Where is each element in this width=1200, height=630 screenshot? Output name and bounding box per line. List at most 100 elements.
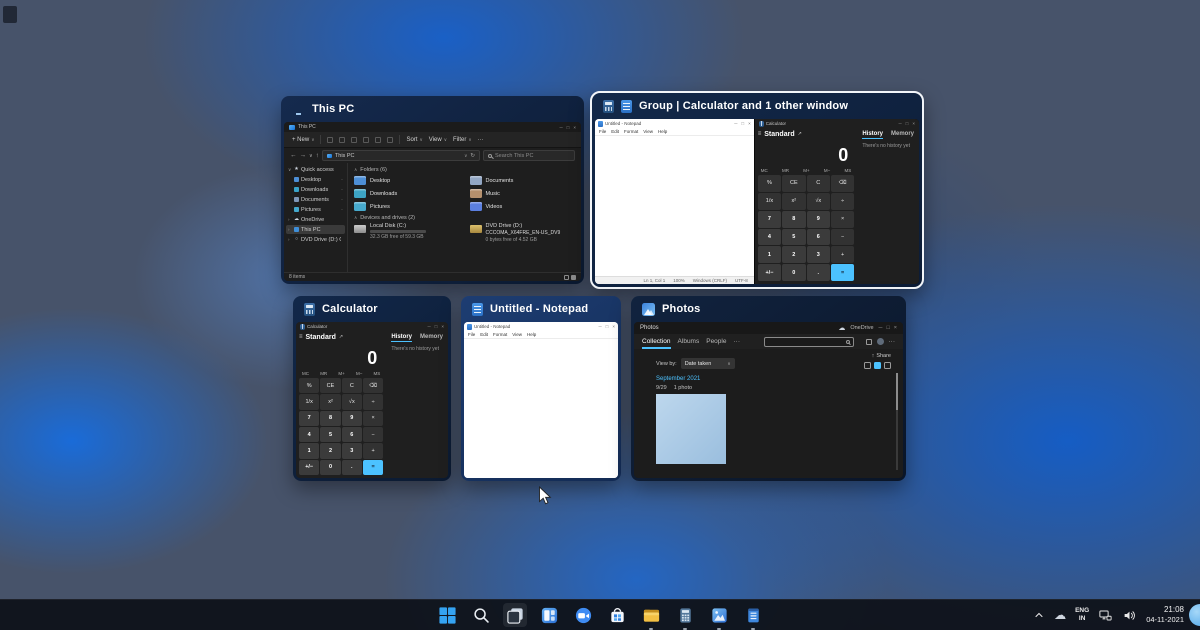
sidebar-item-icon [294,207,299,212]
language-indicator[interactable]: ENG IN [1075,607,1089,623]
cut-icon [327,136,334,143]
clock[interactable]: 21:08 04-11-2021 [1146,605,1184,624]
open-app-indicator [751,627,755,630]
calculator-key: √x [341,394,362,410]
calculator-key: 1/x [757,192,782,210]
window-thumbnail-photos[interactable]: Photos Photos ☁ OneDrive ─ □ × Collectio… [631,296,906,481]
folders-grid: Desktop Documents Downloads Music Pictur… [354,174,575,213]
sidebar-item-label: Documents [301,196,329,203]
thumbnail-title: Untitled - Notepad [490,303,589,315]
pin-icon: · [341,206,343,213]
tabs-more-button: ··· [733,338,740,345]
thumbnail-title-bar: Photos [631,296,906,322]
notepad-preview: Untitled - Notepad ─ □ × File Edit Format V… [595,119,754,284]
hidden-icons-chevron[interactable] [1033,609,1045,621]
delete-icon [387,136,394,143]
thumbnail-title: Calculator [322,303,378,315]
photos-button[interactable] [707,603,731,630]
onedrive-cloud-icon: ☁ [838,324,846,332]
explorer-window-controls: ─ □ × [559,125,576,130]
calculator-display: 0 [367,348,378,368]
dvd-drive-icon [469,225,482,233]
calculator-key: 9 [341,410,362,426]
menu-item: Edit [480,332,489,337]
widgets-button[interactable] [537,603,561,627]
menu-item: Format [624,129,639,134]
calculator-main: ≡ Standard ↗ 0 MC MR M+ M− MS % CE C ⌫ 1/x x² √x ÷ 7… [296,331,386,478]
calculator-mini-icon [300,323,305,330]
folder-icon [469,189,482,198]
window-thumbnail-this-pc[interactable]: This PC This PC ─ □ × + New ∨ Sort ∨ Vie… [281,96,584,284]
window-thumbnail-group[interactable]: Group | Calculator and 1 other window Un… [590,91,924,289]
microsoft-store-button[interactable] [605,603,629,627]
address-bar: This PC ∨ ↻ [321,150,480,161]
sidebar-item: › This PC [286,225,345,234]
pin-icon: · [341,186,343,193]
sidebar-item-icon: ☁ [294,216,299,222]
task-view-button[interactable] [503,603,527,627]
calculator-mini-icon [758,120,764,127]
calculator-icon [603,99,614,113]
sidebar-item-icon: ○ [294,236,299,242]
network-icon[interactable] [1098,608,1113,623]
file-explorer-button[interactable] [639,603,663,630]
calculator-titlebar: Calculator ─ □ × [296,322,448,331]
calculator-button[interactable] [673,603,697,630]
sidebar-item: ∨ ★ Quick access [286,165,345,174]
layout-toggles [864,362,891,369]
notepad-window-controls: ─ □ × [734,121,751,126]
memory-key: M+ [338,371,345,376]
photos-preview: Photos ☁ OneDrive ─ □ × Collection Albums… [634,322,903,478]
details-view-icon [564,274,569,280]
memory-key: MS [373,371,381,376]
file-explorer-preview: This PC ─ □ × + New ∨ Sort ∨ View ∨ Filt… [284,122,581,281]
folder-icon [354,202,366,211]
sidebar-item-icon [294,187,299,192]
start-button[interactable] [435,603,459,627]
volume-icon[interactable] [1122,608,1137,623]
calculator-history-panel: History Memory There's no history yet [386,331,448,478]
history-tab: History [862,131,883,139]
explorer-titlebar: This PC ─ □ × [284,122,581,132]
rename-icon [363,136,370,143]
scrollbar-thumb [896,373,898,410]
close-icon: × [912,121,915,126]
maximize-icon: □ [605,324,609,329]
menu-item: File [468,332,476,337]
photos-content: ↑ Share View by: Date taken ∨ September … [634,349,903,478]
maximize-icon: □ [434,324,438,329]
notepad-status-bar: Ln 1, Col 1 100% Windows (CRLF) UTF-8 [595,276,754,284]
see-more-button: ··· [888,338,896,345]
memory-keys-row: MC MR M+ M− MS [758,167,855,175]
calculator-preview: Calculator ─ □ × ≡ Standard ↗ 0 MC MR M+… [296,322,448,478]
calculator-key: 0 [782,264,806,281]
close-icon: × [612,324,615,329]
calculator-icon [679,607,691,623]
notepad-edit-area [464,339,618,478]
sidebar-item-label: DVD Drive (D:) C [301,236,341,243]
close-icon: × [893,325,897,331]
window-thumbnail-calculator[interactable]: Calculator Calculator ─ □ × ≡ Standard ↗ [293,296,451,481]
calculator-key: +/− [299,459,320,475]
refresh-icon: ↻ [470,152,475,159]
calculator-key: % [299,378,320,394]
calculator-key: ÷ [362,394,384,410]
calculator-key: 2 [320,443,341,459]
calculator-key: 1/x [299,394,320,410]
window-thumbnail-notepad[interactable]: Untitled - Notepad Untitled - Notepad ─ … [461,296,621,481]
calculator-titlebar: Calculator ─ □ × [755,119,919,128]
memory-key: MR [782,168,789,173]
search-button[interactable] [469,603,493,627]
close-icon: × [748,121,751,126]
sidebar-item-label: Downloads [301,186,329,193]
minimize-icon: ─ [898,121,902,126]
onedrive-tray-icon[interactable]: ☁ [1054,609,1066,621]
calculator-key: C [806,175,830,192]
notepad-button[interactable] [741,603,765,630]
large-icons-view-icon [571,274,576,280]
calculator-key: 7 [299,410,320,426]
explorer-main: ∨ ★ Quick access Desktop · Downloads · D… [284,163,581,272]
chat-button[interactable] [571,603,595,627]
folder-item: Desktop [354,174,460,187]
sidebar-item-icon [294,197,299,202]
